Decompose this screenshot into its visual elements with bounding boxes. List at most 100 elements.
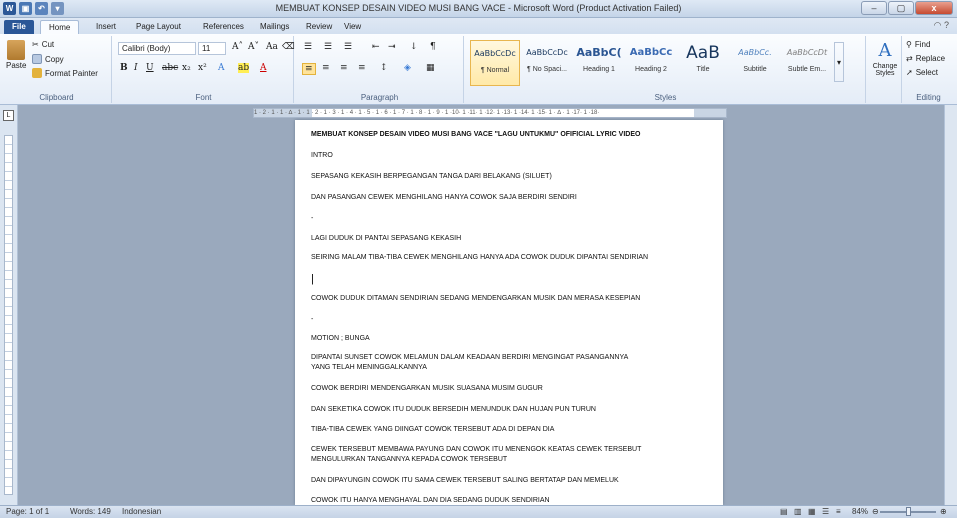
clear-format-icon[interactable]: ⌫	[282, 42, 295, 52]
tab-view[interactable]: View	[336, 20, 369, 34]
bold-icon[interactable]: B	[120, 63, 128, 73]
page-count[interactable]: Page: 1 of 1	[6, 506, 49, 518]
decrease-indent-icon[interactable]: ⇤	[372, 42, 380, 52]
style-title[interactable]: AaB Title	[678, 40, 728, 86]
change-styles-button[interactable]: A Change Styles	[870, 40, 900, 77]
draft-icon[interactable]: ≡	[836, 506, 841, 518]
select-button[interactable]: ➚ Select	[906, 68, 938, 77]
styles-more-button[interactable]: ▾	[834, 42, 844, 82]
show-marks-icon[interactable]: ¶	[430, 42, 436, 52]
shading-icon[interactable]: ◈	[404, 63, 411, 73]
maximize-button[interactable]: ▢	[888, 1, 914, 15]
outline-icon[interactable]: ☰	[822, 506, 829, 518]
vertical-ruler[interactable]	[4, 135, 13, 495]
find-button[interactable]: ⚲ Find	[906, 40, 930, 49]
increase-indent-icon[interactable]: ⇥	[388, 42, 396, 52]
tab-file[interactable]: File	[4, 20, 34, 34]
highlight-icon[interactable]: ab	[238, 63, 250, 73]
paragraph[interactable]: DIPANTAI SUNSET COWOK MELAMUN DALAM KEAD…	[311, 353, 671, 363]
paragraph[interactable]: DAN DIPAYUNGIN COWOK ITU SAMA CEWEK TERS…	[311, 476, 671, 486]
paragraph[interactable]: COWOK BERDIRI MENDENGARKAN MUSIK SUASANA…	[311, 384, 671, 394]
word-count[interactable]: Words: 149	[70, 506, 111, 518]
full-screen-reading-icon[interactable]: ▥	[794, 506, 802, 518]
align-right-icon[interactable]: ≡	[340, 63, 348, 73]
sort-icon[interactable]: ↓	[410, 42, 418, 52]
tab-mailings[interactable]: Mailings	[252, 20, 297, 34]
subscript-icon[interactable]: x₂	[182, 63, 191, 73]
format-painter-button[interactable]: Format Painter	[32, 68, 98, 78]
paragraph[interactable]: INTRO	[311, 151, 671, 161]
tab-insert[interactable]: Insert	[88, 20, 124, 34]
style-subtitle[interactable]: AaBbCc. Subtitle	[730, 40, 780, 86]
align-center-icon[interactable]: ≡	[322, 63, 330, 73]
paragraph[interactable]: DAN SEKETIKA COWOK ITU DUDUK BERSEDIH ME…	[311, 405, 671, 415]
replace-label: Replace	[915, 54, 946, 63]
vertical-scrollbar[interactable]	[944, 105, 957, 505]
web-layout-icon[interactable]: ▦	[808, 506, 816, 518]
paragraph[interactable]: -	[311, 214, 671, 224]
minimize-button[interactable]: –	[861, 1, 887, 15]
style-heading-1[interactable]: AaBbC( Heading 1	[574, 40, 624, 86]
paragraph[interactable]: COWOK DUDUK DITAMAN SENDIRIAN SEDANG MEN…	[311, 294, 671, 304]
tab-home[interactable]: Home	[40, 20, 80, 34]
paste-button[interactable]: Paste	[6, 40, 26, 70]
paragraph[interactable]: -	[311, 315, 671, 325]
paragraph[interactable]: CEWEK TERSEBUT MEMBAWA PAYUNG DAN COWOK …	[311, 445, 671, 455]
font-size-select[interactable]: 11	[198, 42, 226, 55]
line-spacing-icon[interactable]: ↕	[380, 63, 388, 73]
italic-icon[interactable]: I	[134, 63, 138, 73]
tab-selector[interactable]: L	[3, 110, 14, 121]
change-case-icon[interactable]: Aa	[266, 42, 278, 52]
zoom-in-icon[interactable]: ⊕	[940, 506, 947, 518]
style-sample: AaBbCcDt	[786, 48, 828, 57]
borders-icon[interactable]: ▦	[426, 63, 435, 73]
tab-references[interactable]: References	[195, 20, 252, 34]
document-title[interactable]: MEMBUAT KONSEP DESAIN VIDEO MUSI BANG VA…	[311, 130, 671, 140]
paragraph[interactable]: MOTION ; BUNGA	[311, 334, 671, 344]
numbering-icon[interactable]: ☰	[324, 42, 332, 52]
format-painter-label: Format Painter	[45, 68, 98, 78]
style-no-spacing[interactable]: AaBbCcDc ¶ No Spaci...	[522, 40, 572, 86]
text-effects-icon[interactable]: A	[218, 63, 225, 73]
help-icon[interactable]: ◠ ?	[934, 20, 949, 31]
font-color-icon[interactable]: A	[260, 63, 267, 73]
underline-icon[interactable]: U	[146, 63, 154, 73]
paragraph[interactable]: TIBA-TIBA CEWEK YANG DIINGAT COWOK TERSE…	[311, 425, 671, 435]
document-page[interactable]: MEMBUAT KONSEP DESAIN VIDEO MUSI BANG VA…	[295, 120, 723, 505]
copy-button[interactable]: Copy	[32, 54, 64, 64]
superscript-icon[interactable]: x²	[198, 63, 207, 73]
style-heading-2[interactable]: AaBbCc Heading 2	[626, 40, 676, 86]
grow-font-icon[interactable]: A˄	[232, 42, 243, 52]
paragraph[interactable]: MENGULURKAN TANGANNYA KEPADA COWOK TERSE…	[311, 455, 671, 465]
multilevel-list-icon[interactable]: ☰	[344, 42, 352, 52]
bullets-icon[interactable]: ☰	[304, 42, 312, 52]
shrink-font-icon[interactable]: A˅	[248, 42, 259, 52]
style-normal[interactable]: AaBbCcDc ¶ Normal	[470, 40, 520, 86]
paragraph[interactable]: DAN PASANGAN CEWEK MENGHILANG HANYA COWO…	[311, 193, 671, 203]
style-subtle-emphasis[interactable]: AaBbCcDt Subtle Em...	[782, 40, 832, 86]
print-layout-icon[interactable]: ▤	[780, 506, 788, 518]
language-indicator[interactable]: Indonesian	[122, 506, 161, 518]
zoom-level[interactable]: 84%	[852, 506, 868, 518]
font-name-select[interactable]: Calibri (Body)	[118, 42, 196, 55]
paragraph[interactable]: COWOK ITU HANYA MENGHAYAL DAN DIA SEDANG…	[311, 496, 671, 505]
strikethrough-icon[interactable]: abc	[162, 63, 178, 73]
paragraph-group-label: Paragraph	[360, 93, 399, 102]
replace-button[interactable]: ⇄ Replace	[906, 54, 945, 63]
horizontal-ruler[interactable]: 1 · 2 · 1 · 1 · ∆ · 1 · 1 · 2 · 1 · 3 · …	[253, 108, 727, 118]
close-button[interactable]: x	[915, 1, 953, 15]
justify-icon[interactable]: ≡	[358, 63, 366, 73]
cursor-icon: ➚	[906, 68, 913, 77]
paragraph[interactable]: SEIRING MALAM TIBA-TIBA CEWEK MENGHILANG…	[311, 253, 671, 263]
align-left-icon[interactable]: ≡	[302, 63, 316, 75]
paste-label: Paste	[6, 61, 27, 70]
tab-page-layout[interactable]: Page Layout	[128, 20, 189, 34]
paragraph[interactable]: LAGI DUDUK DI PANTAI SEPASANG KEKASIH	[311, 234, 671, 244]
vertical-ruler-pane: L	[0, 105, 18, 505]
tab-review[interactable]: Review	[298, 20, 340, 34]
zoom-slider-thumb[interactable]	[906, 507, 911, 516]
cut-button[interactable]: ✂ Cut	[32, 40, 54, 49]
paragraph[interactable]: SEPASANG KEKASIH BERPEGANGAN TANGA DARI …	[311, 172, 671, 182]
zoom-out-icon[interactable]: ⊖	[872, 506, 879, 518]
paragraph[interactable]: YANG TELAH MENINGGALKANNYA	[311, 363, 671, 373]
